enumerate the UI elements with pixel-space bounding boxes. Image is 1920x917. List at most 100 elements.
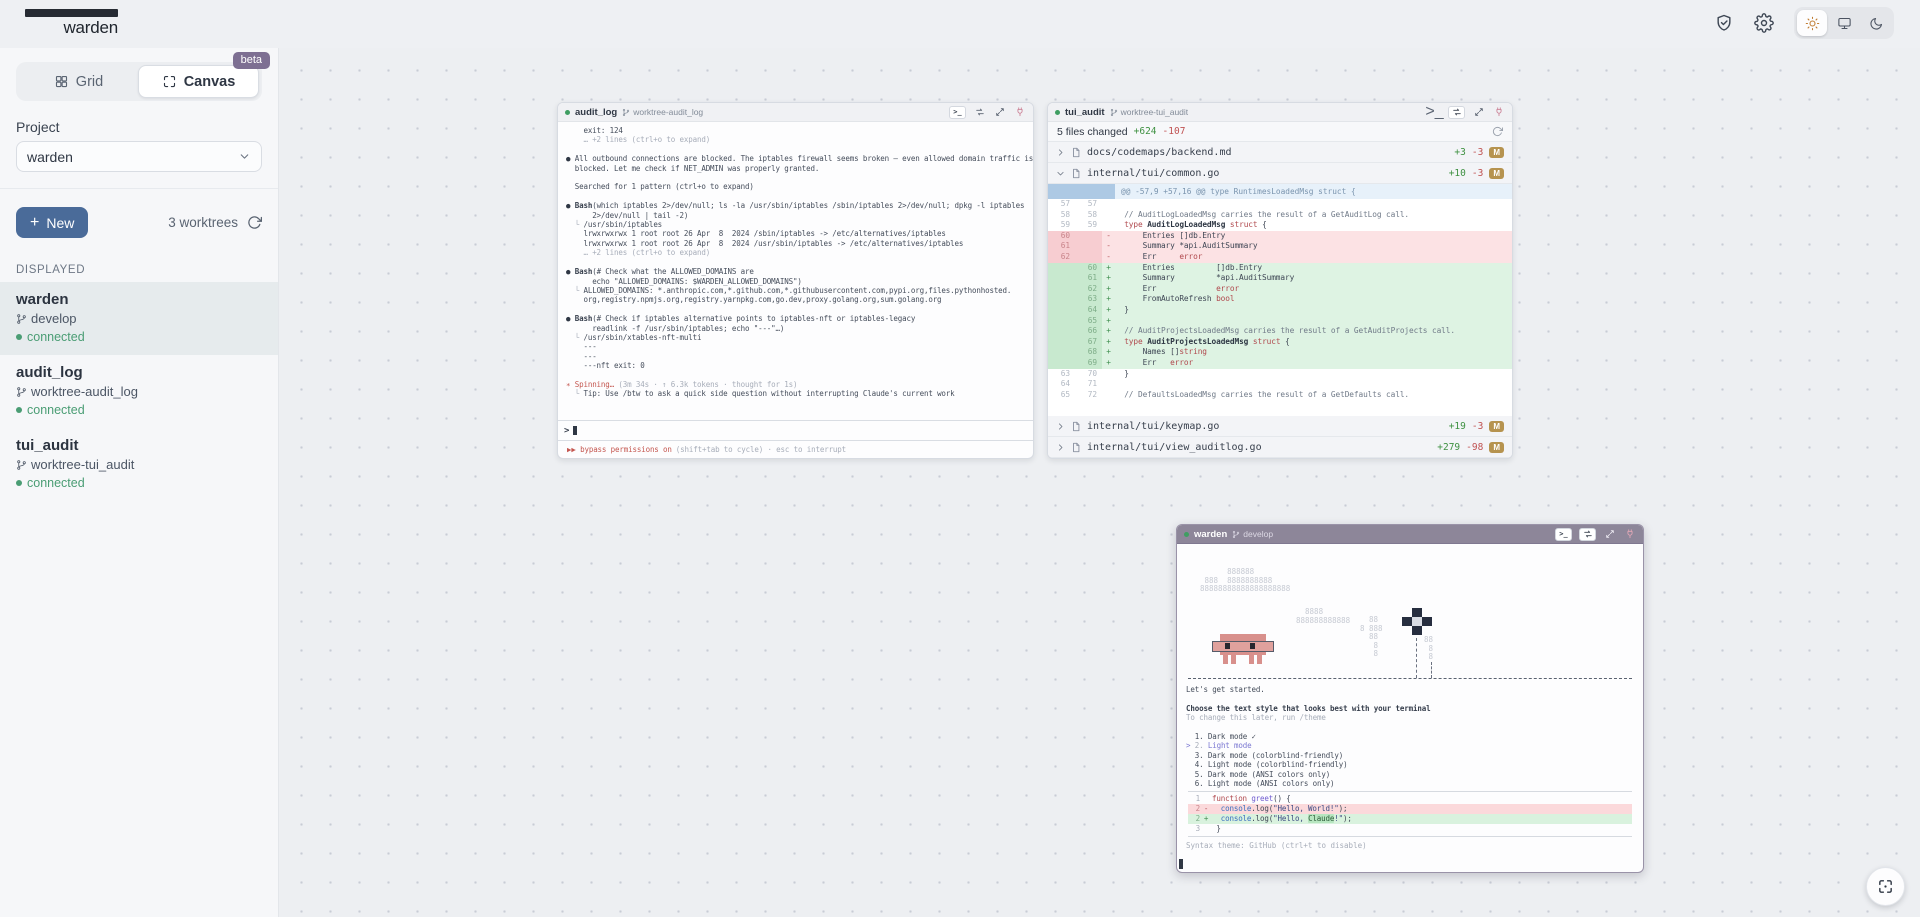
sidebar-item-audit_log[interactable]: audit_logworktree-audit_logconnected: [0, 355, 278, 428]
new-row: + New 3 worktrees: [16, 207, 262, 238]
file-name: internal/tui/keymap.go: [1087, 421, 1219, 432]
diff-line: 61+ Summary *api.AuditSummary: [1048, 273, 1512, 284]
diff-view-icon[interactable]: [1579, 528, 1596, 541]
terminal-line: [566, 173, 1025, 182]
file-icon: [1071, 421, 1081, 432]
diff-line: 69+ Err error: [1048, 358, 1512, 369]
theme-light-button[interactable]: [1797, 10, 1827, 36]
project-select[interactable]: warden: [16, 141, 262, 172]
project-select-value: warden: [27, 149, 73, 165]
terminal-line: Choose the text style that looks best wi…: [1186, 704, 1634, 713]
disconnect-icon[interactable]: [1492, 107, 1505, 118]
window-title: tui_audit: [1065, 107, 1105, 118]
diff-view-icon[interactable]: [1448, 106, 1465, 119]
terminal-line: └ /usr/sbin/iptables: [566, 220, 1025, 229]
window-branch: worktree-tui_audit: [1110, 107, 1189, 117]
sidebar-item-warden[interactable]: wardendevelopconnected: [0, 282, 278, 355]
terminal-line: ---: [566, 342, 1025, 351]
tab-grid-label: Grid: [76, 74, 103, 90]
disconnect-icon[interactable]: [1623, 529, 1636, 540]
file-deletions: -3: [1472, 147, 1483, 158]
terminal-line: org,registry.npmjs.org,registry.yarnpkg.…: [566, 295, 1025, 304]
settings-gear-icon[interactable]: [1754, 13, 1774, 33]
diff-line: 5757: [1048, 199, 1512, 210]
worktree-list: wardendevelopconnectedaudit_logworktree-…: [0, 282, 278, 501]
diff-view-icon[interactable]: [973, 107, 986, 118]
terminal-line: [566, 305, 1025, 314]
theme-preview-code: 1function greet() {2- console.log("Hello…: [1188, 791, 1632, 836]
window-title: warden: [1194, 529, 1227, 540]
diff-line: 67+ type AuditProjectsLoadedMsg struct {: [1048, 337, 1512, 348]
sidebar-item-tui_audit[interactable]: tui_auditworktree-tui_auditconnected: [0, 428, 278, 501]
terminal-line: 6. Light mode (ANSI colors only): [1186, 779, 1634, 788]
file-row[interactable]: internal/tui/keymap.go+19-3M: [1048, 416, 1512, 437]
beta-badge: beta: [233, 52, 270, 69]
diff-line: 60- Entries []db.Entry: [1048, 231, 1512, 242]
terminal-view-icon[interactable]: >_: [949, 106, 966, 119]
terminal-line: [1186, 723, 1634, 732]
hunk-header: @@ -57,9 +57,16 @@ type RuntimesLoadedMs…: [1048, 184, 1512, 199]
tab-canvas-label: Canvas: [184, 74, 236, 90]
diff-line: 60+ Entries []db.Entry: [1048, 263, 1512, 274]
branch-icon: [16, 313, 27, 325]
diff-line: 63+ FromAutoRefresh bool: [1048, 294, 1512, 305]
window-header[interactable]: warden develop >_: [1177, 525, 1643, 544]
tab-grid[interactable]: Grid: [19, 65, 138, 98]
terminal-line: ---: [566, 352, 1025, 361]
tab-canvas[interactable]: Canvas: [138, 65, 259, 98]
window-header[interactable]: audit_log worktree-audit_log >_: [558, 103, 1033, 122]
theme-system-button[interactable]: [1829, 10, 1859, 36]
files-changed-label: 5 files changed: [1057, 126, 1128, 138]
terminal-view-icon[interactable]: >_: [1428, 107, 1441, 118]
new-worktree-button[interactable]: + New: [16, 207, 88, 238]
window-header-icons: >_: [1555, 528, 1636, 541]
diff-line: 6572 // DefaultsLoadedMsg carries the re…: [1048, 390, 1512, 401]
terminal-view-icon[interactable]: >_: [1555, 528, 1572, 541]
mascot-leg: [1231, 655, 1236, 664]
expand-icon[interactable]: [1603, 529, 1616, 540]
code-line: 1function greet() {: [1188, 794, 1632, 804]
chevron-right-icon: [1056, 422, 1065, 431]
file-row[interactable]: docs/codemaps/backend.md+3-3M: [1048, 142, 1512, 163]
mascot-eye: [1250, 643, 1255, 649]
syntax-theme-label: Syntax theme: GitHub (ctrl+t to disable): [1186, 841, 1634, 850]
file-row[interactable]: internal/tui/common.go+10-3M: [1048, 163, 1512, 184]
connected-dot: [16, 407, 22, 413]
terminal-line: 2>/dev/null | tail -2): [566, 211, 1025, 220]
refresh-diff-icon[interactable]: [1492, 126, 1503, 137]
theme-toggle-group: [1794, 7, 1894, 39]
cloud-art: 888888 888 8888888888 888888888888888888…: [1200, 568, 1290, 594]
ascii-art-scene: 888888 888 8888888888 888888888888888888…: [1188, 546, 1632, 679]
worktree-status: connected: [16, 330, 262, 344]
shield-check-icon[interactable]: [1714, 13, 1734, 33]
statusline-hint: (shift+tab to cycle) · esc to interrupt: [676, 445, 846, 454]
theme-dark-button[interactable]: [1861, 10, 1891, 36]
terminal-line: ● All outbound connections are blocked. …: [566, 154, 1025, 163]
terminal-line: > 2. Light mode: [1186, 741, 1634, 750]
terminal-line: [566, 145, 1025, 154]
code-line: 2- console.log("Hello, World!");: [1188, 804, 1632, 814]
branch-icon: [1232, 530, 1240, 539]
diff-line: 6471: [1048, 379, 1512, 390]
window-header[interactable]: tui_audit worktree-tui_audit >_: [1048, 103, 1512, 122]
plant-art: 88 8 8: [1424, 636, 1433, 662]
refresh-worktrees-icon[interactable]: [247, 215, 262, 230]
logo-mark: [25, 9, 118, 17]
terminal-line: [566, 258, 1025, 267]
terminal-input[interactable]: >: [558, 420, 1033, 441]
expand-icon[interactable]: [993, 107, 1006, 118]
diff-lines: 5757 5858 // AuditLogLoadedMsg carries t…: [1048, 199, 1512, 416]
worktree-branch: worktree-audit_log: [16, 384, 262, 399]
focus-view-button[interactable]: [1866, 867, 1905, 906]
file-list: internal/tui/keymap.go+19-3Minternal/tui…: [1048, 416, 1512, 458]
file-row[interactable]: internal/tui/view_auditlog.go+279-98M: [1048, 437, 1512, 458]
displayed-section-label: DISPLAYED: [16, 264, 262, 276]
bypass-permissions-label: ▶▶ bypass permissions on: [567, 445, 672, 454]
status-dot: [1055, 110, 1060, 115]
diff-line: 66+ // AuditProjectsLoadedMsg carries th…: [1048, 326, 1512, 337]
expand-icon[interactable]: [1472, 107, 1485, 118]
file-list: docs/codemaps/backend.md+3-3Minternal/tu…: [1048, 142, 1512, 184]
terminal-output: exit: 124 … +2 lines (ctrl+o to expand) …: [558, 122, 1033, 420]
disconnect-icon[interactable]: [1013, 107, 1026, 118]
modified-badge: M: [1489, 421, 1504, 432]
